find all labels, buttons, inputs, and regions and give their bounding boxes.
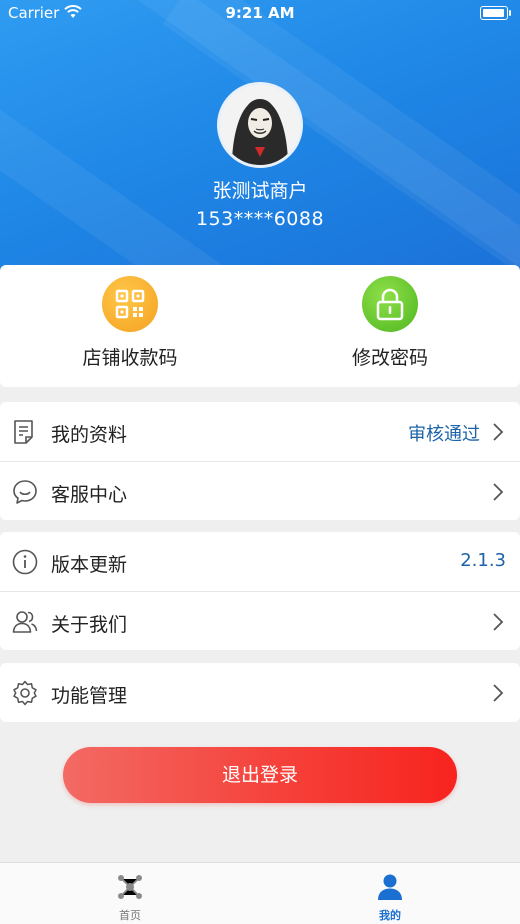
tab-mine-label: 我的 (379, 909, 401, 922)
menu-item-feature-management[interactable]: 功能管理 (0, 663, 520, 722)
menu-item-label: 功能管理 (51, 685, 128, 707)
chevron-right-icon (493, 483, 504, 501)
store-qr-code-label: 店铺收款码 (82, 347, 178, 369)
tab-mine[interactable]: 我的 (260, 863, 520, 924)
tab-home[interactable]: 首页 (0, 863, 260, 924)
version-number: 2.1.3 (460, 550, 506, 571)
store-qr-code-button[interactable]: 店铺收款码 (0, 265, 260, 387)
lock-icon (362, 276, 418, 332)
status-bar: Carrier 9:21 AM (0, 0, 520, 28)
menu-group-profile: 我的资料 审核通过 客服中心 (0, 402, 520, 520)
menu-item-customer-service[interactable]: 客服中心 (0, 461, 520, 520)
qr-code-icon (102, 276, 158, 332)
change-password-label: 修改密码 (351, 347, 428, 369)
battery-icon (480, 6, 511, 20)
username: 张测试商户 (212, 180, 308, 202)
home-network-icon (118, 875, 142, 899)
menu-item-label: 客服中心 (51, 484, 128, 506)
info-icon (12, 549, 38, 575)
gear-icon (13, 680, 37, 706)
tab-bar: 首页 我的 (0, 862, 520, 924)
users-icon (12, 611, 38, 633)
logout-button[interactable]: 退出登录 (63, 747, 457, 803)
avatar-image (220, 85, 300, 165)
profile-header: Carrier 9:21 AM 张测试商户 153****6088 (0, 0, 520, 300)
chevron-right-icon (493, 684, 504, 702)
menu-item-label: 版本更新 (51, 554, 128, 576)
document-icon (14, 420, 33, 444)
phone-number: 153****6088 (195, 208, 325, 230)
header-decoration (162, 0, 520, 300)
menu-item-label: 关于我们 (51, 614, 128, 636)
person-icon (378, 874, 402, 900)
menu-item-label: 我的资料 (51, 424, 128, 446)
avatar[interactable] (217, 82, 303, 168)
quick-actions-card: 店铺收款码 修改密码 (0, 265, 520, 387)
status-time: 9:21 AM (225, 4, 295, 22)
chat-icon (13, 480, 37, 504)
menu-item-my-profile[interactable]: 我的资料 审核通过 (0, 402, 520, 461)
review-status: 审核通过 (408, 424, 480, 445)
menu-item-about-us[interactable]: 关于我们 (0, 591, 520, 650)
tab-home-label: 首页 (119, 909, 141, 922)
menu-group-about: 版本更新 2.1.3 关于我们 (0, 532, 520, 650)
change-password-button[interactable]: 修改密码 (260, 265, 520, 387)
menu-item-version-update[interactable]: 版本更新 2.1.3 (0, 532, 520, 591)
chevron-right-icon (493, 423, 504, 441)
chevron-right-icon (493, 613, 504, 631)
menu-group-settings: 功能管理 (0, 663, 520, 722)
